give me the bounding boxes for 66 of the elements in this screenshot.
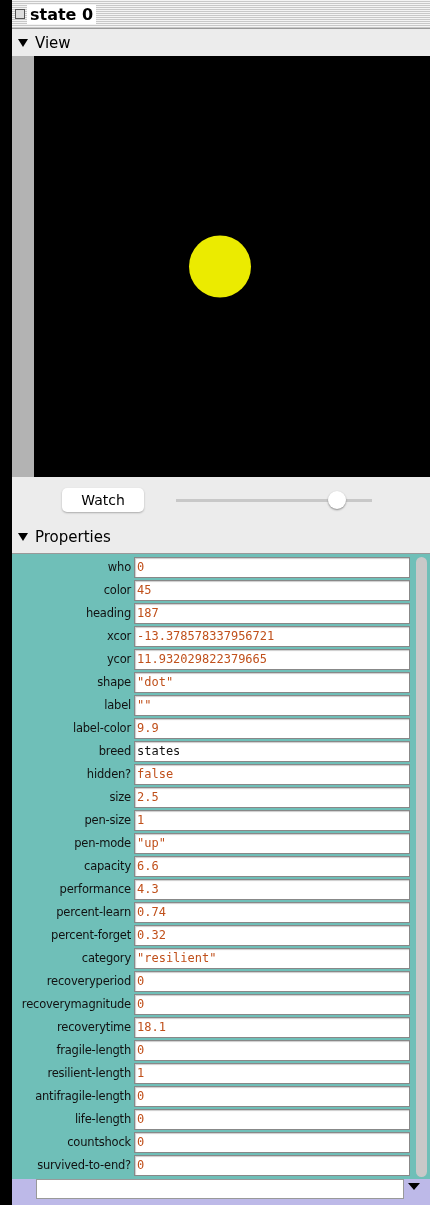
property-value-field[interactable]: 187 [134, 602, 410, 624]
property-name: recoverytime [56, 1020, 132, 1034]
property-name: survived-to-end? [36, 1158, 132, 1172]
disclosure-triangle-icon [18, 38, 28, 47]
property-name: performance [58, 882, 132, 896]
property-value-field[interactable]: 0.74 [134, 901, 410, 923]
property-name: size [108, 790, 132, 804]
property-name: fragile-length [55, 1043, 132, 1057]
window-title: state 0 [27, 4, 97, 24]
property-value-field[interactable]: 0 [134, 1131, 410, 1153]
property-name: antifragile-length [34, 1089, 132, 1103]
property-value-field[interactable]: 1 [134, 1062, 410, 1084]
disclosure-triangle-icon [18, 532, 28, 541]
watch-button[interactable]: Watch [62, 488, 144, 512]
dropdown-arrow-icon[interactable] [408, 1183, 420, 1191]
property-name: pen-mode [73, 836, 132, 850]
property-value-field[interactable]: 9.9 [134, 717, 410, 739]
property-value-field[interactable]: 1 [134, 809, 410, 831]
property-value-field[interactable]: 0.32 [134, 924, 410, 946]
property-value-field[interactable]: 0 [134, 1085, 410, 1107]
property-name: xcor [106, 629, 133, 643]
property-value-field[interactable]: 2.5 [134, 786, 410, 808]
property-name: countshock [66, 1135, 132, 1149]
property-value-field[interactable]: 4.3 [134, 878, 410, 900]
property-name: color [102, 583, 133, 597]
property-value-field[interactable]: "dot" [134, 671, 410, 693]
property-name: recoverymagnitude [20, 997, 132, 1011]
slider-thumb[interactable] [327, 491, 346, 509]
view-section-header[interactable]: View [12, 29, 430, 56]
property-value-field[interactable]: "up" [134, 832, 410, 854]
close-box-icon[interactable] [15, 9, 25, 19]
property-name: breed [97, 744, 132, 758]
property-name: label-color [71, 721, 133, 735]
turtle-dot-icon [189, 235, 251, 298]
property-name: hidden? [85, 767, 132, 781]
property-value-field[interactable]: 0 [134, 1154, 410, 1176]
property-value-field[interactable]: 0 [134, 970, 410, 992]
property-value-field[interactable]: 11.932029822379665 [134, 648, 410, 670]
property-name: heading [84, 606, 132, 620]
property-name: label [103, 698, 132, 712]
property-value-field[interactable]: -13.378578337956721 [134, 625, 410, 647]
property-name: ycor [105, 652, 133, 666]
property-name: life-length [73, 1112, 132, 1126]
property-name: resilient-length [46, 1066, 132, 1080]
property-value-field[interactable]: 0 [134, 1039, 410, 1061]
property-name: percent-learn [55, 905, 132, 919]
property-value-field[interactable]: "" [134, 694, 410, 716]
property-value-field[interactable]: 0 [134, 1108, 410, 1130]
property-name: shape [96, 675, 132, 689]
property-name: pen-size [83, 813, 132, 827]
property-name: capacity [83, 859, 132, 873]
property-value-field[interactable]: "resilient" [134, 947, 410, 969]
property-name: who [106, 560, 132, 574]
property-value-field[interactable]: states [134, 740, 410, 762]
property-value-field[interactable]: 18.1 [134, 1016, 410, 1038]
property-name: recoveryperiod [45, 974, 132, 988]
property-value-field[interactable]: 6.6 [134, 855, 410, 877]
property-value-field[interactable]: 0 [134, 993, 410, 1015]
scroll-bar[interactable] [416, 557, 427, 1177]
property-value-field[interactable]: false [134, 763, 410, 785]
property-value-field[interactable]: 0 [134, 556, 410, 578]
property-value-field[interactable]: 45 [134, 579, 410, 601]
property-name: category [80, 951, 132, 965]
command-input-field[interactable] [36, 1179, 404, 1199]
property-name: percent-forget [50, 928, 132, 942]
properties-section-header[interactable]: Properties [12, 523, 430, 550]
